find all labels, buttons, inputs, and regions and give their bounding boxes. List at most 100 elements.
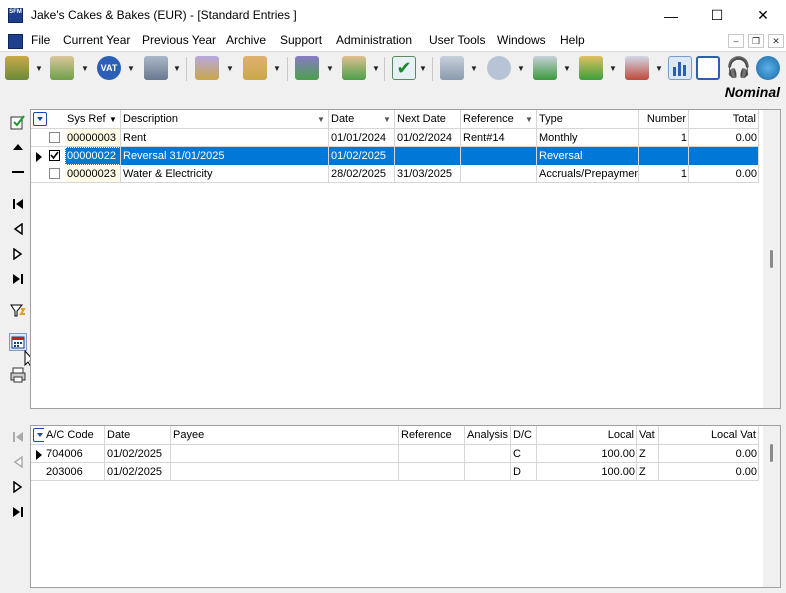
sort-desc-icon[interactable]: ▼ [109, 115, 117, 124]
edit-entry-icon[interactable] [9, 113, 27, 131]
payroll-icon[interactable] [295, 56, 319, 80]
chevron-down-icon[interactable]: ▼ [383, 115, 391, 124]
chevron-down-icon[interactable]: ▼ [81, 64, 89, 73]
chevron-down-icon[interactable]: ▼ [609, 64, 617, 73]
col-header-next-date[interactable]: Next Date [395, 110, 461, 128]
next-line-icon[interactable] [9, 478, 27, 496]
cell-description: Reversal 31/01/2025 [121, 147, 329, 165]
chevron-down-icon[interactable]: ▼ [326, 64, 334, 73]
col-header-dc[interactable]: D/C [511, 426, 537, 444]
table-row-selected[interactable]: 00000022 Reversal 31/01/2025 01/02/2025 … [31, 147, 759, 165]
window-icon[interactable] [696, 56, 720, 80]
cell-type: Accruals/Prepaymen [539, 168, 639, 180]
menu-support[interactable]: Support [280, 33, 322, 47]
menu-file[interactable]: File [31, 33, 50, 47]
menu-help[interactable]: Help [560, 33, 585, 47]
menu-user-tools[interactable]: User Tools [429, 33, 485, 47]
first-record-icon[interactable] [9, 195, 27, 213]
grid-line [120, 129, 121, 183]
globe-icon[interactable] [756, 56, 780, 80]
previous-line-icon[interactable] [9, 453, 27, 471]
vat-icon[interactable]: VAT [97, 56, 121, 80]
stack-icon[interactable] [440, 56, 464, 80]
table-row[interactable]: 203006 01/02/2025 D 100.00 Z 0.00 [31, 463, 759, 481]
menu-windows[interactable]: Windows [497, 33, 546, 47]
mdi-minimize-button[interactable]: – [728, 34, 744, 48]
maximize-button[interactable]: ☐ [694, 0, 740, 31]
table-row[interactable]: 00000003 Rent 01/01/2024 01/02/2024 Rent… [31, 129, 759, 147]
col-header-type[interactable]: Type [537, 110, 639, 128]
col-header-local[interactable]: Local [537, 426, 637, 444]
row-checkbox[interactable] [49, 132, 60, 143]
chevron-down-icon[interactable]: ▼ [127, 64, 135, 73]
layers-icon[interactable] [5, 56, 29, 80]
journal-icon[interactable] [342, 56, 366, 80]
col-header-reference[interactable]: Reference [399, 426, 465, 444]
chevron-down-icon[interactable]: ▼ [517, 64, 525, 73]
menu-current-year[interactable]: Current Year [63, 33, 130, 47]
vertical-scrollbar[interactable] [763, 110, 780, 408]
chart-icon[interactable] [668, 56, 692, 80]
chevron-down-icon[interactable]: ▼ [419, 64, 427, 73]
next-record-icon[interactable] [9, 245, 27, 263]
cell-date: 01/02/2025 [329, 147, 395, 165]
chevron-down-icon[interactable]: ▼ [655, 64, 663, 73]
col-header-analysis[interactable]: Analysis [465, 426, 511, 444]
ledger-icon[interactable] [50, 56, 74, 80]
previous-record-icon[interactable] [9, 220, 27, 238]
menu-previous-year[interactable]: Previous Year [142, 33, 216, 47]
chevron-down-icon[interactable]: ▼ [173, 64, 181, 73]
sales-icon[interactable] [195, 56, 219, 80]
printer-icon[interactable] [9, 366, 27, 384]
bank-icon[interactable] [144, 56, 168, 80]
stock-icon[interactable] [533, 56, 557, 80]
chevron-down-icon[interactable]: ▼ [317, 115, 325, 124]
last-record-icon[interactable] [9, 270, 27, 288]
app-icon[interactable]: SFM [8, 8, 23, 23]
minimize-button[interactable]: — [648, 0, 694, 31]
chevron-down-icon[interactable]: ▼ [563, 64, 571, 73]
col-header-ac-code[interactable]: A/C Code [44, 426, 105, 444]
col-header-date[interactable]: Date [105, 426, 171, 444]
minus-icon[interactable] [9, 163, 27, 181]
headset-icon[interactable]: 🎧 [726, 56, 751, 80]
table-row[interactable]: 704006 01/02/2025 C 100.00 Z 0.00 [31, 445, 759, 463]
mdi-close-button[interactable]: ✕ [768, 34, 784, 48]
ship-icon[interactable] [625, 56, 649, 80]
column-chooser-button[interactable] [33, 112, 47, 126]
chevron-down-icon[interactable]: ▼ [35, 64, 43, 73]
row-checkbox[interactable] [49, 168, 60, 179]
row-checkbox-checked[interactable] [49, 150, 60, 161]
col-header-local-vat[interactable]: Local Vat [659, 426, 759, 444]
last-line-icon[interactable] [9, 503, 27, 521]
mdi-restore-button[interactable]: ❐ [748, 34, 764, 48]
menu-archive[interactable]: Archive [226, 33, 266, 47]
col-header-description[interactable]: Description [121, 110, 329, 128]
col-header-total[interactable]: Total [689, 110, 759, 128]
cell-next-date: 31/03/2025 [397, 168, 453, 180]
chevron-up-icon[interactable] [9, 138, 27, 156]
document-icon[interactable] [8, 34, 23, 49]
first-line-icon[interactable] [9, 428, 27, 446]
scrollbar-thumb[interactable] [770, 250, 773, 268]
check-icon[interactable]: ✔ [392, 56, 416, 80]
vertical-scrollbar[interactable] [763, 426, 780, 587]
filter-icon[interactable] [9, 302, 27, 320]
users-icon[interactable] [579, 56, 603, 80]
table-row[interactable]: 00000023 Water & Electricity 28/02/2025 … [31, 165, 759, 183]
col-header-number[interactable]: Number [639, 110, 689, 128]
cell-ac-code: 704006 [46, 448, 83, 460]
calendar-icon[interactable] [9, 333, 27, 351]
col-header-payee[interactable]: Payee [171, 426, 399, 444]
chevron-down-icon[interactable]: ▼ [372, 64, 380, 73]
chevron-down-icon[interactable]: ▼ [273, 64, 281, 73]
chevron-down-icon[interactable]: ▼ [470, 64, 478, 73]
orders-icon[interactable] [487, 56, 511, 80]
chevron-down-icon[interactable]: ▼ [226, 64, 234, 73]
col-header-vat[interactable]: Vat [637, 426, 659, 444]
menu-administration[interactable]: Administration [336, 33, 412, 47]
chevron-down-icon[interactable]: ▼ [525, 115, 533, 124]
scrollbar-thumb[interactable] [770, 444, 773, 462]
close-button[interactable]: ✕ [740, 0, 786, 31]
purchases-icon[interactable] [243, 56, 267, 80]
